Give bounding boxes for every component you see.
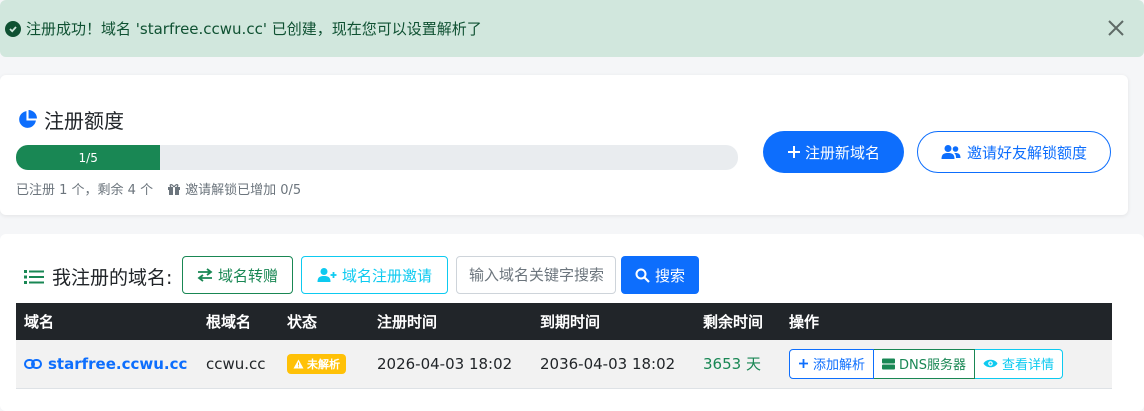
my-domains-title: 我注册的域名: [24,263,172,290]
header-registered-time[interactable]: 注册时间 [369,303,532,340]
search-icon [635,268,650,283]
domain-invite-label: 域名注册邀请 [341,266,432,285]
server-icon [882,358,896,370]
users-icon [941,145,961,159]
remaining-time-cell: 3653 天 [703,355,761,374]
quota-title: 注册额度 [17,105,124,134]
quota-progress-fill: 1/5 [16,145,161,170]
header-expire-time[interactable]: 到期时间 [532,303,695,340]
user-plus-icon [317,268,337,282]
view-details-label: 查看详情 [1002,358,1055,374]
gift-icon [168,183,181,195]
my-domains-title-text: 我注册的域名: [52,267,173,289]
add-record-button[interactable]: 添加解析 [789,348,875,379]
quota-info: 已注册 1 个，剩余 4 个 邀请解锁已增加 0/5 [16,179,301,198]
add-record-label: 添加解析 [813,358,866,374]
register-domain-label: 注册新域名 [804,143,880,162]
dns-servers-button[interactable]: DNS服务器 [874,348,976,379]
status-badge-text: 未解析 [307,357,340,371]
root-domain-cell: ccwu.cc [206,354,266,373]
table-header-row: 域名 根域名 状态 注册时间 到期时间 剩余时间 操作 [16,303,1112,340]
pie-chart-icon [19,110,37,128]
list-icon [24,269,44,284]
search-button-label: 搜索 [654,266,685,285]
register-domain-button[interactable]: 注册新域名 [763,131,904,173]
domain-search-input[interactable] [456,256,616,294]
row-actions: 添加解析 DNS服务器 查看详情 [789,348,1112,379]
table-row: starfree.ccwu.cc ccwu.cc 未解析 2026-04-03 … [16,340,1112,388]
domain-name: starfree.ccwu.cc [48,354,188,373]
quota-title-text: 注册额度 [44,109,124,133]
domain-link[interactable]: starfree.ccwu.cc [24,355,198,373]
invite-unlock-text: 邀请解锁已增加 0/5 [185,183,302,198]
success-alert: 注册成功！域名 'starfree.ccwu.cc' 已创建，现在您可以设置解析… [0,0,1144,57]
quota-count-text: 已注册 1 个，剩余 4 个 [16,183,154,198]
quota-card: 注册额度 1/5 已注册 1 个，剩余 4 个 邀请解锁已增加 0/5 注册新域… [0,75,1128,215]
header-status[interactable]: 状态 [279,303,369,340]
status-badge: 未解析 [287,353,346,374]
domain-transfer-button[interactable]: 域名转赠 [182,256,293,294]
domain-transfer-label: 域名转赠 [217,266,278,285]
check-circle-icon [5,20,21,37]
expire-time-cell: 2036-04-03 18:02 [540,354,676,373]
alert-message: 注册成功！域名 'starfree.ccwu.cc' 已创建，现在您可以设置解析… [26,20,482,38]
my-domains-section: 我注册的域名: 域名转赠 域名注册邀请 搜索 域名 [0,234,1144,411]
header-root-domain[interactable]: 根域名 [198,303,279,340]
domains-table: 域名 根域名 状态 注册时间 到期时间 剩余时间 操作 starfree.ccw [16,303,1112,389]
invite-friends-label: 邀请好友解锁额度 [966,143,1087,162]
header-actions: 操作 [789,313,820,331]
close-icon[interactable] [1106,18,1126,38]
header-remaining-time[interactable]: 剩余时间 [695,303,781,340]
dns-servers-label: DNS服务器 [899,358,967,374]
quota-progress-bar: 1/5 [16,145,738,170]
header-domain[interactable]: 域名 [16,303,198,340]
exchange-icon [197,268,213,282]
eye-icon [983,360,998,368]
plus-icon [787,146,800,158]
registered-time-cell: 2026-04-03 18:02 [377,354,513,373]
warning-icon [293,359,304,369]
view-details-button[interactable]: 查看详情 [975,348,1064,379]
quota-progress-label: 1/5 [78,150,98,165]
search-button[interactable]: 搜索 [621,256,699,294]
invite-friends-button[interactable]: 邀请好友解锁额度 [917,131,1111,173]
link-icon [24,358,42,369]
domain-invite-button[interactable]: 域名注册邀请 [301,256,448,294]
plus-icon [799,359,808,369]
